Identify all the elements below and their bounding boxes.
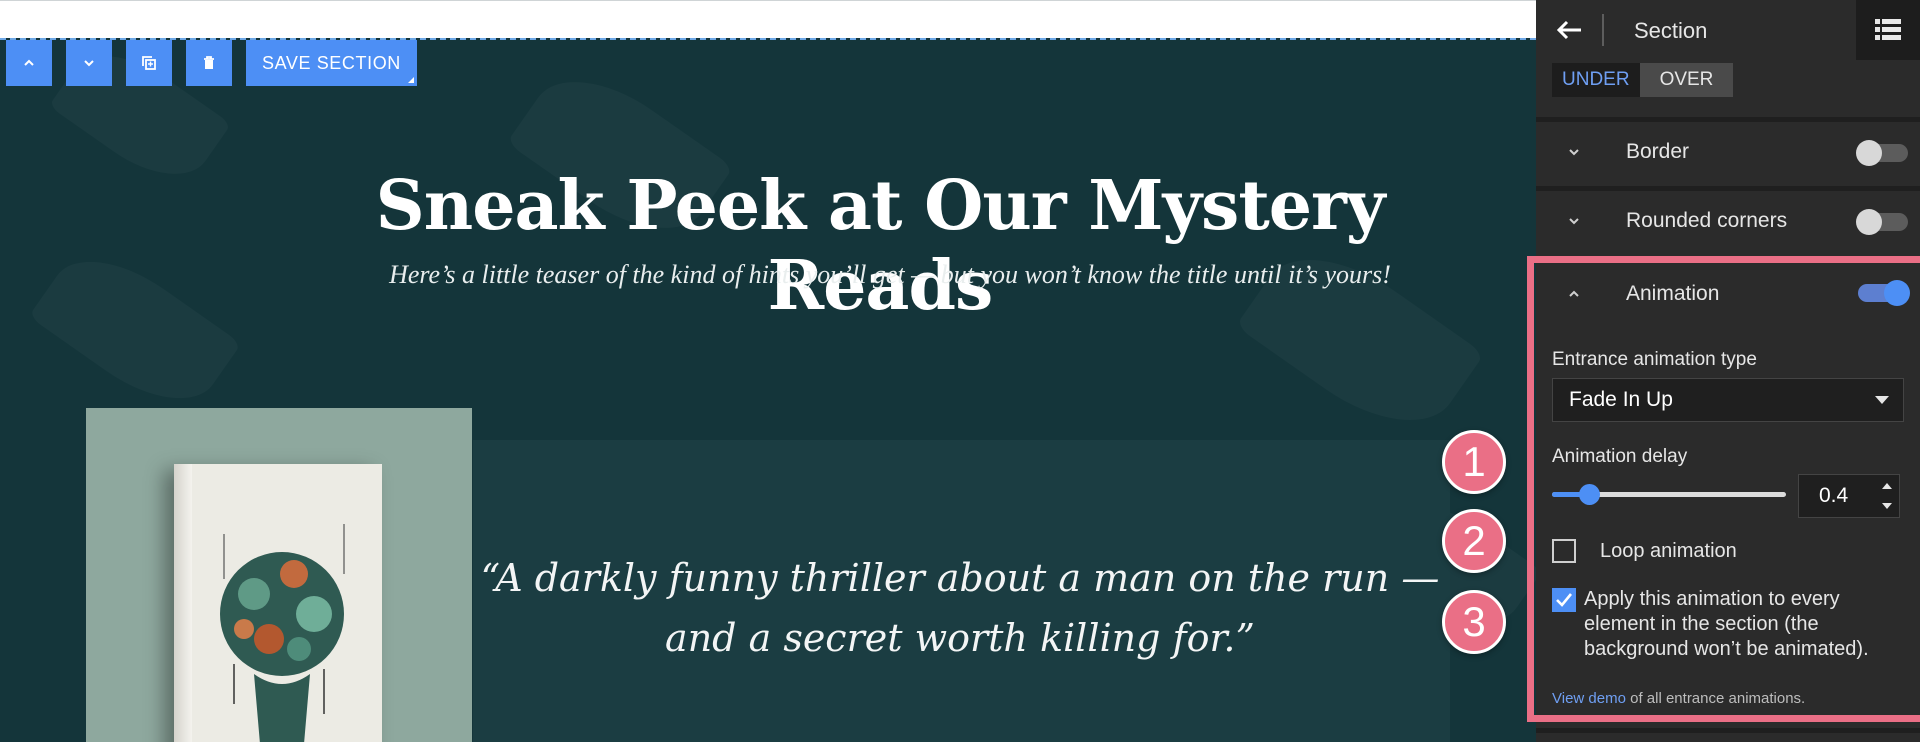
animation-label: Animation xyxy=(1626,282,1720,305)
entrance-type-label: Entrance animation type xyxy=(1552,349,1757,370)
view-demo-link[interactable]: View demo xyxy=(1552,690,1626,707)
editor-canvas: SAVE SECTION Sneak Peek at Our Mystery R… xyxy=(0,0,1536,742)
resize-corner-icon xyxy=(407,77,414,83)
number-spinner[interactable] xyxy=(1881,479,1893,513)
bg-leaf-decoration xyxy=(29,235,242,426)
border-label: Border xyxy=(1626,140,1690,163)
section-subheadline[interactable]: Here’s a little teaser of the kind of hi… xyxy=(380,260,1400,290)
rounded-corners-row[interactable]: Rounded corners xyxy=(1536,186,1920,252)
chevron-up-icon xyxy=(24,59,34,66)
over-tab[interactable]: OVER xyxy=(1639,63,1734,97)
entrance-type-value: Fade In Up xyxy=(1569,388,1673,411)
layer-position-toggle: UNDER OVER xyxy=(1552,63,1734,97)
loop-animation-label: Loop animation xyxy=(1600,540,1737,562)
book-cover xyxy=(174,464,382,742)
move-down-button[interactable] xyxy=(66,40,112,86)
toggle-knob xyxy=(1856,140,1882,166)
settings-sidebar: Section UNDER OVER Border Rounded corner… xyxy=(1536,0,1920,742)
animation-delay-label: Animation delay xyxy=(1552,446,1688,467)
next-row-edge xyxy=(1536,728,1920,742)
apply-all-checkbox[interactable] xyxy=(1552,588,1576,612)
view-demo-line: View demo of all entrance animations. xyxy=(1552,690,1805,707)
check-icon xyxy=(1556,593,1573,607)
page-top-area xyxy=(0,0,1536,38)
animation-delay-slider[interactable] xyxy=(1552,484,1786,505)
testimonial-quote[interactable]: “A darkly funny thriller about a man on … xyxy=(480,548,1440,668)
section-headline[interactable]: Sneak Peek at Our Mystery Reads xyxy=(280,166,1480,326)
layers-button[interactable] xyxy=(1856,0,1920,60)
arrow-left-icon xyxy=(1556,20,1581,40)
view-demo-rest: of all entrance animations. xyxy=(1630,690,1806,707)
sidebar-title: Section xyxy=(1634,18,1708,43)
book-image[interactable] xyxy=(86,408,472,742)
rounded-corners-label: Rounded corners xyxy=(1626,209,1788,232)
animation-toggle[interactable] xyxy=(1858,280,1910,306)
spin-down-icon[interactable] xyxy=(1882,503,1892,509)
apply-all-label: Apply this animation to every element in… xyxy=(1584,588,1869,660)
under-tab[interactable]: UNDER xyxy=(1552,63,1640,97)
back-button[interactable] xyxy=(1552,14,1586,46)
step-marker-3: 3 xyxy=(1442,590,1506,654)
animation-delay-value: 0.4 xyxy=(1819,484,1849,507)
header-divider xyxy=(1602,14,1604,46)
cover-art-icon xyxy=(220,524,345,742)
sidebar-header: Section xyxy=(1536,0,1920,60)
step-marker-2: 2 xyxy=(1442,509,1506,573)
toggle-knob xyxy=(1856,209,1882,235)
slider-thumb[interactable] xyxy=(1579,484,1600,505)
move-up-button[interactable] xyxy=(6,40,52,86)
border-toggle[interactable] xyxy=(1856,140,1908,166)
toggle-knob xyxy=(1884,280,1910,306)
caret-down-icon xyxy=(1875,396,1889,404)
border-row[interactable]: Border xyxy=(1536,117,1920,183)
chevron-down-icon xyxy=(1569,149,1579,156)
delete-button[interactable] xyxy=(186,40,232,86)
section-toolbar: SAVE SECTION xyxy=(6,40,417,86)
spin-up-icon[interactable] xyxy=(1882,483,1892,489)
step-marker-1: 1 xyxy=(1442,430,1506,494)
animation-delay-input[interactable]: 0.4 xyxy=(1798,474,1900,518)
save-section-button[interactable]: SAVE SECTION xyxy=(246,40,417,86)
rounded-corners-toggle[interactable] xyxy=(1856,209,1908,235)
chevron-down-icon xyxy=(84,60,94,67)
chevron-up-icon xyxy=(1569,290,1579,297)
chevron-down-icon xyxy=(1569,218,1579,225)
trash-icon xyxy=(204,56,214,69)
list-icon xyxy=(1875,19,1901,40)
entrance-type-select[interactable]: Fade In Up xyxy=(1552,378,1904,422)
duplicate-icon xyxy=(142,56,156,70)
save-section-label: SAVE SECTION xyxy=(262,52,401,73)
duplicate-button[interactable] xyxy=(126,40,172,86)
animation-row[interactable]: Animation xyxy=(1536,262,1920,322)
loop-animation-checkbox[interactable] xyxy=(1552,539,1576,563)
